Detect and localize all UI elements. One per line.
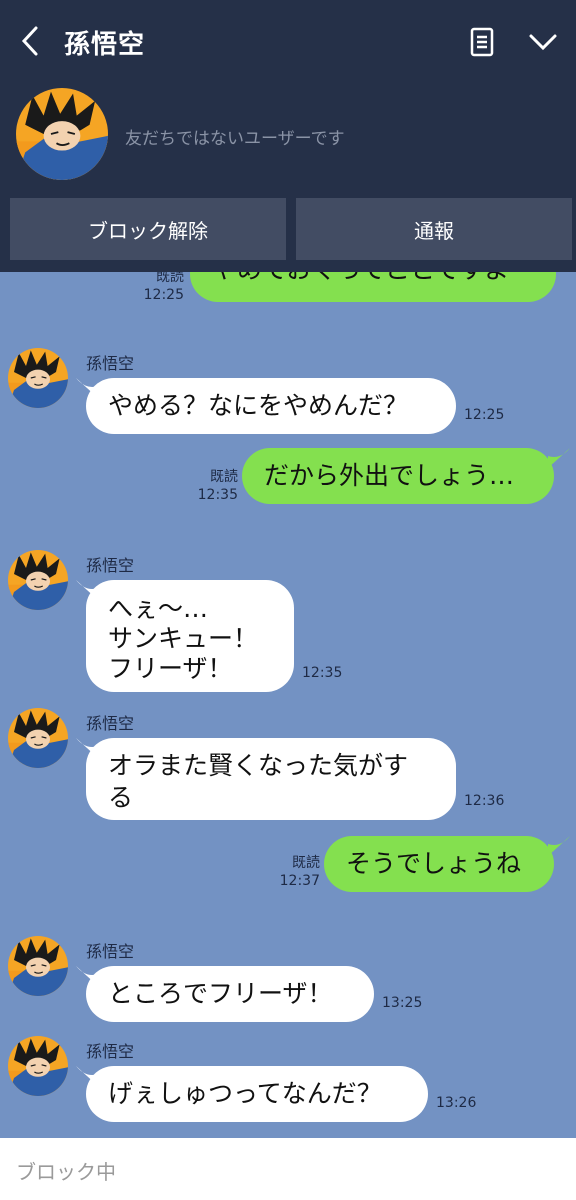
bubble-tail [548, 836, 570, 856]
unblock-button[interactable]: ブロック解除 [10, 198, 286, 260]
message-meta: 既読 12:35 [192, 468, 238, 504]
message-time: 12:25 [143, 287, 184, 303]
message-time: 13:26 [436, 1095, 477, 1111]
sender-name: 孫悟空 [86, 942, 135, 961]
report-button[interactable]: 通報 [296, 198, 572, 260]
sender-name: 孫悟空 [86, 714, 135, 733]
footer-bar: ブロック中 [0, 1138, 576, 1200]
message-time: 12:36 [464, 793, 505, 809]
message-meta: 既読 12:37 [274, 854, 320, 890]
message-bubble[interactable]: やめる？なにをやめんだ？ [86, 378, 456, 434]
chevron-down-icon[interactable] [526, 26, 560, 58]
back-arrow-icon[interactable] [12, 22, 48, 60]
notes-icon[interactable] [466, 26, 498, 58]
sender-name: 孫悟空 [86, 1042, 135, 1061]
message-bubble[interactable]: やめておくってことですよ [190, 272, 556, 302]
avatar[interactable] [8, 550, 68, 610]
sender-name: 孫悟空 [86, 354, 135, 373]
sender-name: 孫悟空 [86, 556, 135, 575]
message-time: 12:25 [464, 407, 505, 423]
message-time: 12:35 [302, 665, 343, 681]
bubble-tail [548, 448, 570, 468]
chat-header: 孫悟空 友だちではないユーザーです ブロック解除 通報 [0, 0, 576, 272]
read-receipt: 既読 [210, 469, 238, 485]
avatar[interactable] [8, 1036, 68, 1096]
chat-title: 孫悟空 [64, 30, 146, 60]
message-meta: 既読 12:25 [140, 272, 184, 304]
avatar[interactable] [8, 708, 68, 768]
top-bar: 孫悟空 [0, 0, 576, 82]
message-time: 12:37 [279, 873, 320, 889]
message-bubble[interactable]: だから外出でしょう… [242, 448, 554, 504]
blocked-status: ブロック中 [16, 1160, 116, 1184]
message-bubble[interactable]: ところでフリーザ！ [86, 966, 374, 1022]
message-bubble[interactable]: オラまた賢くなった気がす る [86, 738, 456, 820]
avatar[interactable] [8, 348, 68, 408]
message-time: 13:25 [382, 995, 423, 1011]
read-receipt: 既読 [292, 855, 320, 871]
profile-avatar[interactable] [16, 88, 108, 180]
message-time: 12:35 [197, 487, 238, 503]
message-bubble[interactable]: げぇしゅつってなんだ？ [86, 1066, 428, 1122]
read-receipt: 既読 [156, 272, 184, 285]
chat-area[interactable]: 既読 12:25 やめておくってことですよ 孫悟空 やめる？なにをやめんだ？ 1… [0, 272, 576, 1138]
message-bubble[interactable]: へぇ〜… サンキュー！ フリーザ！ [86, 580, 294, 692]
not-friend-notice: 友だちではないユーザーです [125, 129, 345, 149]
avatar[interactable] [8, 936, 68, 996]
message-bubble[interactable]: そうでしょうね [324, 836, 554, 892]
